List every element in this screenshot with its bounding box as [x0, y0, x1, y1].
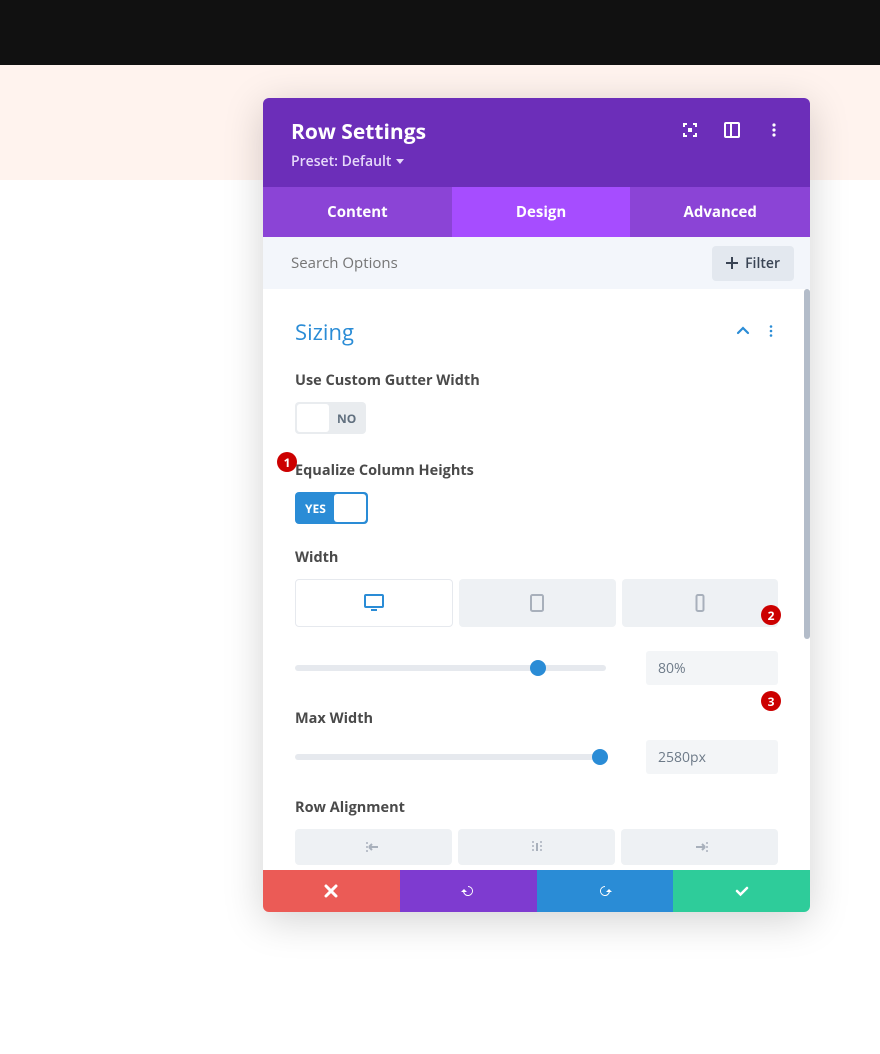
device-tablet[interactable]	[459, 579, 615, 627]
align-center[interactable]	[458, 829, 615, 865]
redo-icon	[597, 883, 613, 899]
modal-header-left: Row Settings Preset: Default	[291, 118, 426, 171]
max-width-slider-row	[295, 740, 778, 774]
preset-label: Preset: Default	[291, 152, 391, 171]
close-icon	[323, 883, 339, 899]
settings-tabs: Content Design Advanced	[263, 187, 810, 237]
redo-button[interactable]	[537, 870, 674, 912]
max-width-value[interactable]	[646, 740, 778, 774]
save-button[interactable]	[673, 870, 810, 912]
row-settings-modal: Row Settings Preset: Default Content Des…	[263, 98, 810, 912]
modal-footer	[263, 870, 810, 912]
plus-icon	[726, 257, 738, 269]
filter-label: Filter	[745, 254, 780, 273]
align-center-icon	[527, 840, 547, 854]
phone-icon	[690, 594, 710, 612]
kebab-menu-icon[interactable]	[766, 122, 782, 138]
width-slider[interactable]	[295, 665, 606, 671]
device-phone[interactable]	[622, 579, 778, 627]
annotation-3: 3	[761, 691, 781, 711]
equalize-toggle-label: YES	[295, 500, 332, 517]
expand-icon[interactable]	[682, 122, 698, 138]
device-tabs	[295, 579, 778, 627]
tab-advanced[interactable]: Advanced	[630, 187, 810, 237]
undo-button[interactable]	[400, 870, 537, 912]
width-value[interactable]	[646, 651, 778, 685]
page-top-bar	[0, 0, 880, 65]
tab-design[interactable]: Design	[452, 187, 631, 237]
toggle-knob	[334, 494, 366, 522]
slider-thumb[interactable]	[592, 749, 608, 765]
width-slider-row	[295, 651, 778, 685]
toggle-knob	[297, 404, 329, 432]
field-gutter: Use Custom Gutter Width NO	[295, 371, 778, 437]
panel-icon[interactable]	[724, 122, 740, 138]
undo-icon	[460, 883, 476, 899]
equalize-label: Equalize Column Heights	[295, 461, 778, 480]
align-left[interactable]	[295, 829, 452, 865]
modal-header-icons	[682, 118, 782, 138]
tab-content[interactable]: Content	[263, 187, 452, 237]
annotation-1: 1	[277, 452, 297, 472]
max-width-label: Max Width	[295, 709, 778, 728]
align-right[interactable]	[621, 829, 778, 865]
settings-body: Sizing Use Custom Gutter Width NO	[263, 289, 810, 870]
field-equalize: Equalize Column Heights YES	[295, 461, 778, 524]
tablet-icon	[527, 594, 547, 612]
caret-down-icon	[396, 159, 404, 164]
slider-thumb[interactable]	[530, 660, 546, 676]
scrollbar-thumb[interactable]	[804, 289, 810, 639]
modal-header: Row Settings Preset: Default	[263, 98, 810, 187]
alignment-label: Row Alignment	[295, 798, 778, 817]
section-title[interactable]: Sizing	[295, 311, 354, 353]
section-head: Sizing	[295, 311, 778, 353]
gutter-toggle-label: NO	[331, 410, 366, 427]
search-input[interactable]	[279, 245, 712, 281]
search-row: Filter	[263, 237, 810, 289]
annotation-2: 2	[761, 605, 781, 625]
section-head-icons	[736, 321, 778, 343]
device-desktop[interactable]	[295, 579, 453, 627]
desktop-icon	[364, 594, 384, 612]
filter-button[interactable]: Filter	[712, 246, 794, 281]
max-width-slider[interactable]	[295, 754, 606, 760]
modal-title: Row Settings	[291, 118, 426, 146]
gutter-toggle[interactable]: NO	[295, 402, 366, 434]
check-icon	[734, 883, 750, 899]
gutter-label: Use Custom Gutter Width	[295, 371, 778, 390]
align-right-icon	[690, 840, 710, 854]
chevron-up-icon[interactable]	[736, 321, 750, 343]
field-alignment: Row Alignment	[295, 798, 778, 865]
equalize-toggle[interactable]: YES	[295, 492, 368, 524]
field-width: Width	[295, 548, 778, 685]
width-label: Width	[295, 548, 778, 567]
align-left-icon	[364, 840, 384, 854]
cancel-button[interactable]	[263, 870, 400, 912]
field-max-width: Max Width	[295, 709, 778, 774]
section-sizing: Sizing Use Custom Gutter Width NO	[263, 289, 810, 870]
alignment-tabs	[295, 829, 778, 865]
kebab-menu-icon[interactable]	[764, 321, 778, 343]
preset-selector[interactable]: Preset: Default	[291, 152, 426, 171]
